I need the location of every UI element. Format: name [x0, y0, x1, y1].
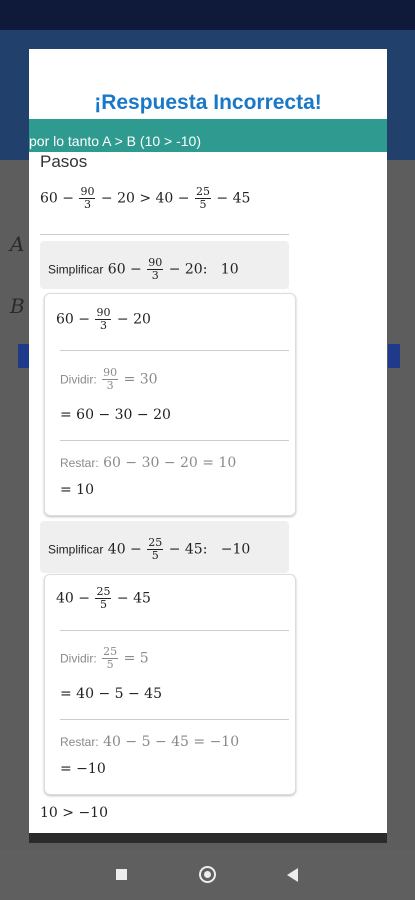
divider — [40, 234, 289, 235]
dialog-title: ¡Respuesta Incorrecta! — [94, 91, 322, 114]
step-2-result-2: = −10 — [60, 761, 106, 777]
home-circle-icon[interactable] — [199, 866, 216, 883]
step-2-divide: Dividir: 25 5 = 5 — [60, 645, 149, 671]
comparison-expression: 60 − 90 3 − 20 > 40 − 25 5 − 45 — [40, 185, 251, 211]
status-bar — [0, 0, 415, 30]
recents-square-icon[interactable] — [116, 869, 127, 880]
step-1-result-2: = 10 — [60, 482, 94, 498]
step-2-expression: 40 − 25 5 − 45 — [56, 585, 151, 611]
step-2-result-1: = 40 − 5 − 45 — [60, 686, 162, 702]
back-triangle-icon[interactable] — [287, 868, 298, 882]
steps-panel[interactable]: Pasos 60 − 90 3 − 20 > 40 − 25 5 − 45 Simp… — [29, 152, 296, 833]
simplify-step-2-title: Simplificar 40 − 25 5 − 45: −10 — [48, 536, 251, 562]
divider — [60, 630, 289, 631]
explanation-text: por lo tanto A > B (10 > -10) — [29, 133, 201, 149]
bg-variable-a: A — [10, 232, 25, 256]
bg-variable-b: B — [10, 294, 25, 318]
divider — [60, 719, 289, 720]
step-1-expression: 60 − 90 3 − 20 — [56, 306, 151, 332]
bg-button-right — [388, 344, 400, 368]
step-1-divide: Dividir: 90 3 = 30 — [60, 366, 158, 392]
step-1-result-1: = 60 − 30 − 20 — [60, 407, 171, 423]
divider — [60, 440, 289, 441]
step-2-subtract: Restar: 40 − 5 − 45 = −10 — [60, 734, 240, 750]
result-dialog: ¡Respuesta Incorrecta! por lo tanto A > … — [29, 49, 387, 833]
simplify-step-1-title: Simplificar 60 − 90 3 − 20: 10 — [48, 256, 239, 282]
steps-heading: Pasos — [40, 152, 88, 171]
dialog-shadow — [29, 833, 387, 843]
final-comparison: 10 > −10 — [40, 805, 108, 821]
step-1-subtract: Restar: 60 − 30 − 20 = 10 — [60, 455, 237, 471]
divider — [60, 350, 289, 351]
